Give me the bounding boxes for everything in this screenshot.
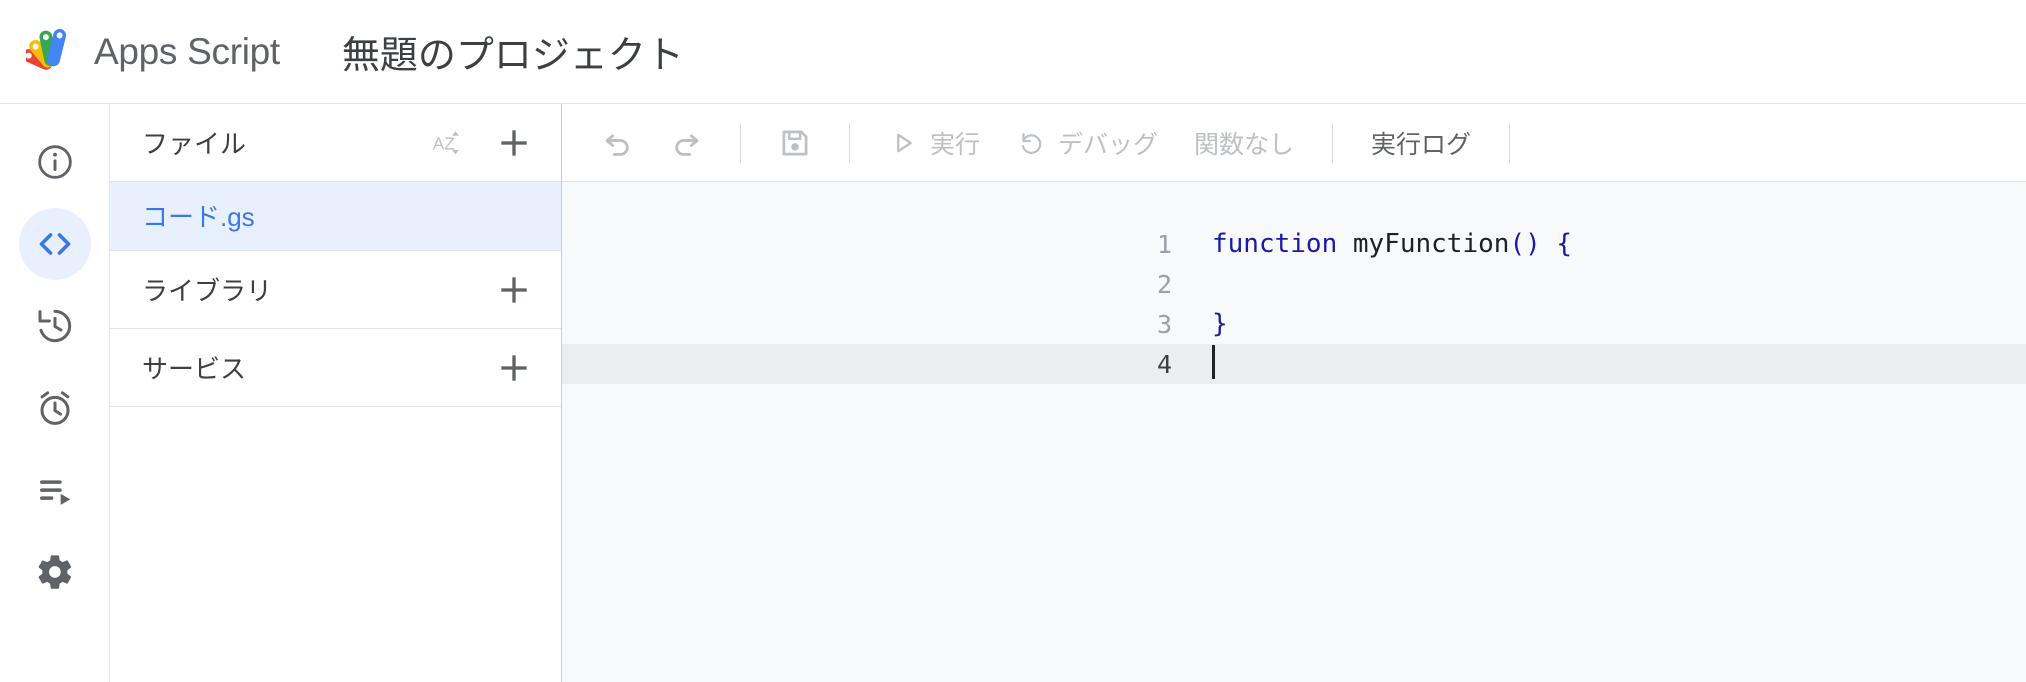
undo-icon	[600, 125, 636, 161]
divider	[849, 123, 850, 163]
code-line-content: }	[1190, 309, 1228, 339]
file-panel-empty-space	[110, 407, 561, 682]
add-service-button[interactable]	[493, 347, 535, 389]
execution-log-label: 実行ログ	[1371, 125, 1471, 161]
code-editor[interactable]: 1 function myFunction() { 2 3 } 4	[562, 182, 2026, 682]
plus-icon	[495, 124, 533, 162]
app-body: ファイル AZ	[0, 104, 2026, 682]
debug-icon	[1016, 128, 1046, 158]
redo-button[interactable]	[658, 115, 714, 171]
editor-toolbar: 実行 デバッグ 関数なし 実行ログ	[562, 104, 2026, 182]
line-number: 2	[1090, 270, 1190, 299]
add-file-button[interactable]	[493, 122, 535, 164]
debug-label: デバッグ	[1058, 125, 1158, 161]
code-line-content	[1190, 347, 1215, 381]
plus-icon	[495, 271, 533, 309]
file-list: コード.gs	[110, 182, 561, 251]
function-select[interactable]: 関数なし	[1176, 125, 1312, 161]
apps-script-app: Apps Script 無題のプロジェクト	[0, 0, 2026, 682]
code-keyword: function	[1212, 229, 1337, 259]
svg-text:AZ: AZ	[433, 133, 455, 153]
sort-files-button[interactable]: AZ	[425, 122, 467, 164]
alarm-clock-icon	[35, 388, 75, 428]
play-triangle-icon	[888, 128, 918, 158]
code-brackets-icon	[35, 224, 75, 264]
run-label: 実行	[930, 125, 980, 161]
files-section-label: ファイル	[142, 124, 425, 161]
debug-button[interactable]: デバッグ	[998, 115, 1176, 171]
list-item[interactable]: コード.gs	[110, 182, 561, 250]
brand[interactable]: Apps Script	[26, 26, 280, 78]
brand-name: Apps Script	[94, 31, 280, 73]
info-circle-icon	[35, 142, 75, 182]
files-section-actions: AZ	[425, 122, 535, 164]
save-button[interactable]	[767, 115, 823, 171]
sidebar-item-executions[interactable]	[19, 454, 91, 526]
code-parens: ()	[1509, 229, 1540, 259]
divider	[1509, 123, 1510, 163]
code-line-content: function myFunction() {	[1190, 229, 1572, 259]
file-panel: ファイル AZ	[110, 104, 562, 682]
text-cursor	[1212, 345, 1215, 379]
undo-button[interactable]	[590, 115, 646, 171]
divider	[740, 123, 741, 163]
line-number: 4	[1090, 350, 1190, 379]
plus-icon	[495, 349, 533, 387]
executions-list-icon	[35, 470, 75, 510]
code-close-brace: }	[1212, 309, 1228, 339]
left-nav-rail	[0, 104, 110, 682]
code-open-brace: {	[1541, 229, 1572, 259]
code-line: 2	[562, 264, 2026, 304]
files-section-header: ファイル AZ	[110, 104, 561, 182]
libraries-section-header: ライブラリ	[110, 251, 561, 329]
file-name: コード.gs	[142, 197, 255, 234]
code-function-name: myFunction	[1353, 229, 1510, 259]
code-line: 3 }	[562, 304, 2026, 344]
libraries-section-actions	[493, 269, 535, 311]
app-header: Apps Script 無題のプロジェクト	[0, 0, 2026, 104]
services-section-actions	[493, 347, 535, 389]
divider	[1332, 123, 1333, 163]
line-number: 3	[1090, 310, 1190, 339]
services-section-label: サービス	[142, 349, 493, 386]
sidebar-item-triggers[interactable]	[19, 372, 91, 444]
apps-script-logo-icon	[26, 26, 78, 78]
code-line: 4	[562, 344, 2026, 384]
page-title[interactable]: 無題のプロジェクト	[342, 24, 684, 79]
add-library-button[interactable]	[493, 269, 535, 311]
line-number: 1	[1090, 230, 1190, 259]
sort-az-icon: AZ	[428, 125, 464, 161]
sidebar-item-settings[interactable]	[19, 536, 91, 608]
run-button[interactable]: 実行	[870, 115, 998, 171]
services-section-header: サービス	[110, 329, 561, 407]
editor-area: 実行 デバッグ 関数なし 実行ログ 1	[562, 104, 2026, 682]
save-floppy-icon	[777, 125, 813, 161]
libraries-section-label: ライブラリ	[142, 271, 493, 308]
execution-log-button[interactable]: 実行ログ	[1353, 115, 1489, 171]
sidebar-item-overview[interactable]	[19, 126, 91, 198]
redo-icon	[668, 125, 704, 161]
code-space	[1337, 229, 1353, 259]
code-line: 1 function myFunction() {	[562, 224, 2026, 264]
sidebar-item-editor[interactable]	[19, 208, 91, 280]
sidebar-item-project-history[interactable]	[19, 290, 91, 362]
gear-icon	[35, 552, 75, 592]
history-clock-icon	[35, 306, 75, 346]
